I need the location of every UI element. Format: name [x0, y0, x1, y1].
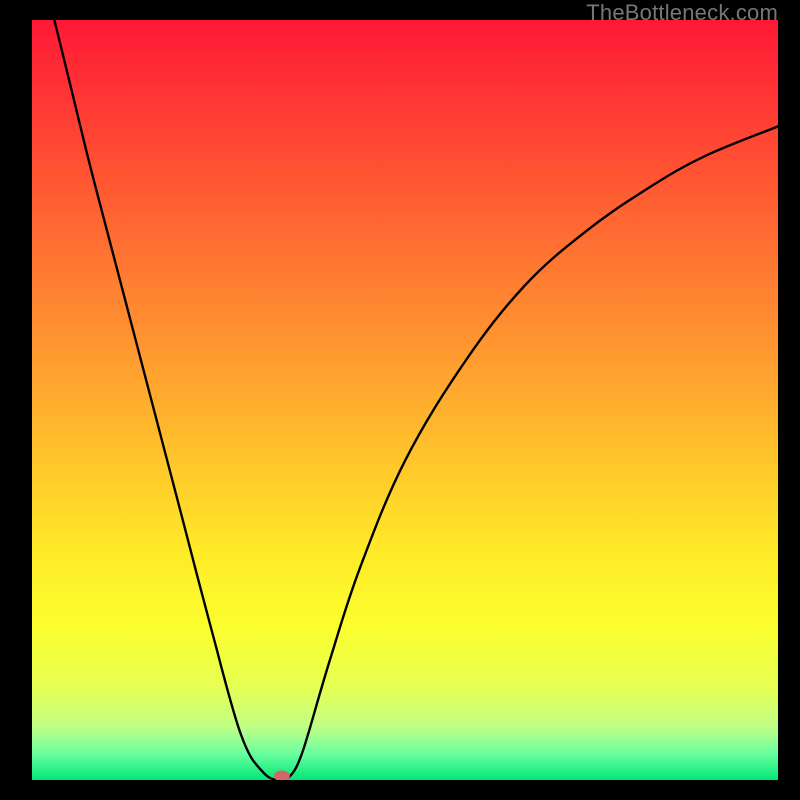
chart-frame: TheBottleneck.com — [0, 0, 800, 800]
bottleneck-chart — [32, 20, 778, 780]
gradient-background — [32, 20, 778, 780]
plot-area — [32, 20, 778, 780]
